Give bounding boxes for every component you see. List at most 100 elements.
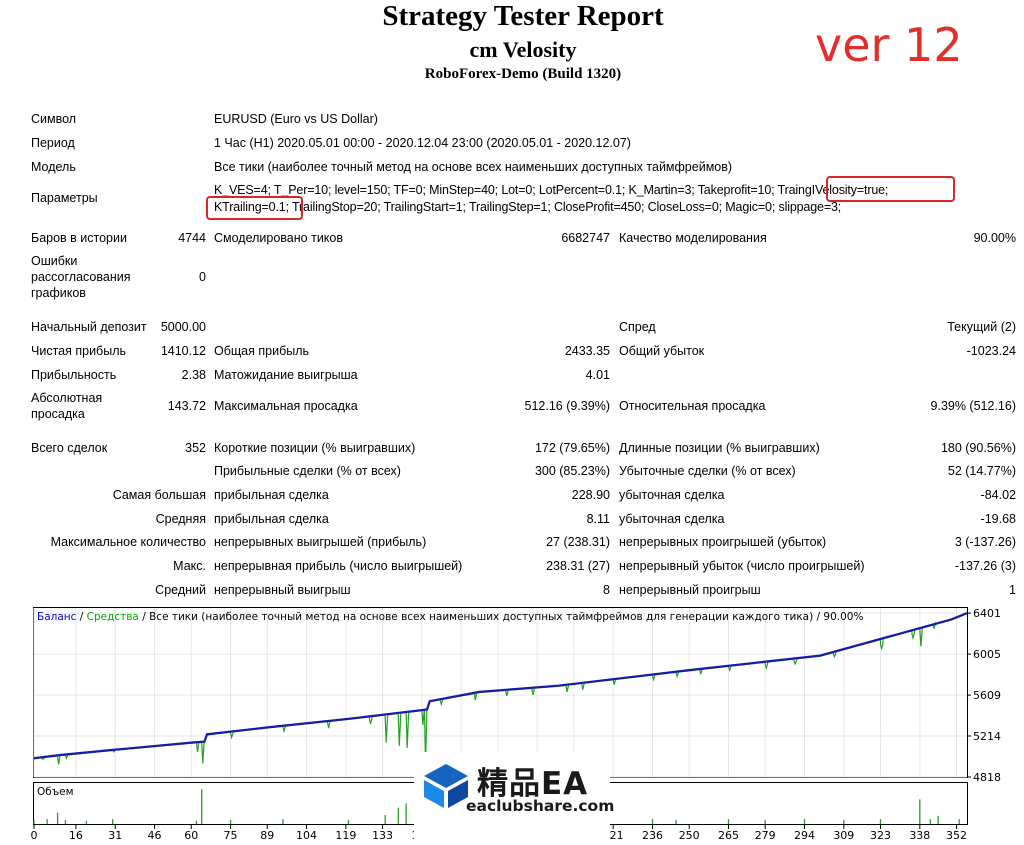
net-profit-label: Чистая прибыль bbox=[31, 344, 126, 358]
largest-label: Самая большая bbox=[112, 488, 206, 502]
gross-profit-value: 2433.35 bbox=[564, 344, 610, 358]
avg-win-value: 8 bbox=[603, 583, 610, 597]
max-loss-value: -137.26 (3) bbox=[954, 559, 1016, 573]
largest-profit-value: 228.90 bbox=[571, 488, 610, 502]
bars-value: 4744 bbox=[178, 231, 206, 245]
x-tick-label: 338 bbox=[909, 829, 930, 842]
largest-profit-label: прибыльная сделка bbox=[214, 488, 329, 502]
abs-drawdown-value: 143.72 bbox=[167, 399, 206, 413]
total-trades-value: 352 bbox=[185, 441, 206, 455]
spread-label: Спред bbox=[619, 320, 656, 334]
x-tick-label: 294 bbox=[794, 829, 815, 842]
max-loss-label: непрерывный убыток (число проигрышей) bbox=[619, 559, 865, 573]
long-positions-value: 180 (90.56%) bbox=[940, 441, 1016, 455]
avg-profit-value: 8.11 bbox=[586, 512, 610, 526]
total-trades-label: Всего сделок bbox=[31, 441, 108, 455]
profit-factor-label: Прибыльность bbox=[31, 368, 117, 382]
max-wins-value: 27 (238.31) bbox=[546, 535, 610, 549]
ticks-value: 6682747 bbox=[561, 231, 610, 245]
params-line-1: K_VES=4; T_Per=10; level=150; TF=0; MinS… bbox=[214, 183, 889, 197]
x-tick-label: 104 bbox=[296, 829, 317, 842]
x-tick-label: 0 bbox=[31, 829, 38, 842]
bars-label: Баров в истории bbox=[31, 231, 127, 245]
period-value: 1 Час (H1) 2020.05.01 00:00 - 2020.12.04… bbox=[214, 136, 631, 150]
x-tick-label: 46 bbox=[148, 829, 162, 842]
x-tick-label: 31 bbox=[108, 829, 122, 842]
symbol-value: EURUSD (Euro vs US Dollar) bbox=[214, 112, 378, 126]
largest-loss-label: убыточная сделка bbox=[619, 488, 725, 502]
max-wins-label: непрерывных выигрышей (прибыль) bbox=[214, 535, 427, 549]
avg-loss-cons-label: непрерывный проигрыш bbox=[619, 583, 761, 597]
watermark: 精品EA eaclubshare.com bbox=[414, 752, 614, 845]
x-tick-label: 250 bbox=[679, 829, 700, 842]
highlight-ktrailing bbox=[206, 196, 303, 220]
gross-profit-label: Общая прибыль bbox=[214, 344, 310, 358]
y-tick-label: 5609 bbox=[973, 689, 1001, 702]
errors-label-2: рассогласования bbox=[31, 270, 131, 284]
quality-label: Качество моделирования bbox=[619, 231, 767, 245]
avg-consecutive-label: Средний bbox=[155, 583, 206, 597]
largest-loss-value: -84.02 bbox=[980, 488, 1016, 502]
average-label: Средняя bbox=[155, 512, 206, 526]
errors-value: 0 bbox=[199, 270, 206, 284]
x-tick-label: 16 bbox=[69, 829, 83, 842]
volume-label: Объем bbox=[37, 786, 74, 798]
y-tick-label: 4818 bbox=[973, 771, 1001, 784]
symbol-label: Символ bbox=[31, 112, 77, 126]
gross-loss-label: Общий убыток bbox=[619, 344, 705, 358]
max-drawdown-label: Максимальная просадка bbox=[214, 399, 358, 413]
quality-value: 90.00% bbox=[973, 231, 1016, 245]
watermark-url: eaclubshare.com bbox=[466, 797, 615, 815]
x-tick-label: 352 bbox=[946, 829, 967, 842]
profit-factor-value: 2.38 bbox=[181, 368, 206, 382]
ticks-label: Смоделировано тиков bbox=[214, 231, 343, 245]
expected-payoff-label: Матожидание выигрыша bbox=[214, 368, 358, 382]
x-tick-label: 236 bbox=[642, 829, 663, 842]
net-profit-value: 1410.12 bbox=[160, 344, 206, 358]
avg-profit-label: прибыльная сделка bbox=[214, 512, 329, 526]
params-label: Параметры bbox=[31, 191, 98, 205]
max-label: Макс. bbox=[173, 559, 206, 573]
x-tick-label: 89 bbox=[260, 829, 274, 842]
x-tick-label: 323 bbox=[870, 829, 891, 842]
x-tick-label: 279 bbox=[755, 829, 776, 842]
long-positions-label: Длинные позиции (% выигравших) bbox=[619, 441, 820, 455]
max-profit-value: 238.31 (27) bbox=[546, 559, 610, 573]
x-tick-label: 75 bbox=[224, 829, 238, 842]
y-tick-label: 5214 bbox=[973, 730, 1001, 743]
rel-drawdown-label: Относительная просадка bbox=[619, 399, 766, 413]
y-tick-label: 6005 bbox=[973, 648, 1001, 661]
short-positions-value: 172 (79.65%) bbox=[534, 441, 610, 455]
period-label: Период bbox=[31, 136, 75, 150]
model-label: Модель bbox=[31, 160, 76, 174]
profit-trades-value: 300 (85.23%) bbox=[534, 464, 610, 478]
chart-legend: Баланс / Средства / Все тики (наиболее т… bbox=[37, 611, 863, 623]
max-drawdown-value: 512.16 (9.39%) bbox=[524, 399, 610, 413]
loss-trades-value: 52 (14.77%) bbox=[947, 464, 1016, 478]
x-tick-label: 265 bbox=[718, 829, 739, 842]
avg-win-label: непрерывный выигрыш bbox=[214, 583, 351, 597]
gross-loss-value: -1023.24 bbox=[966, 344, 1016, 358]
rel-drawdown-value: 9.39% (512.16) bbox=[930, 399, 1016, 413]
expected-payoff-value: 4.01 bbox=[585, 368, 610, 382]
model-value: Все тики (наиболее точный метод на основ… bbox=[214, 160, 733, 174]
abs-drawdown-label-1: Абсолютная bbox=[31, 391, 103, 405]
spread-value: Текущий (2) bbox=[947, 320, 1016, 334]
params-line-2: KTrailing=0.1; TrailingStop=20; Trailing… bbox=[214, 200, 842, 214]
x-tick-label: 309 bbox=[833, 829, 854, 842]
max-losses-label: непрерывных проигрышей (убыток) bbox=[619, 535, 827, 549]
max-losses-value: 3 (-137.26) bbox=[954, 535, 1016, 549]
x-tick-label: 133 bbox=[372, 829, 393, 842]
x-tick-label: 119 bbox=[335, 829, 356, 842]
highlight-traing-velosity bbox=[826, 176, 955, 202]
abs-drawdown-label-2: просадка bbox=[31, 407, 85, 421]
deposit-value: 5000.00 bbox=[160, 320, 206, 334]
loss-trades-label: Убыточные сделки (% от всех) bbox=[619, 464, 796, 478]
errors-label-1: Ошибки bbox=[31, 254, 78, 268]
short-positions-label: Короткие позиции (% выигравших) bbox=[214, 441, 416, 455]
deposit-label: Начальный депозит bbox=[31, 320, 147, 334]
max-profit-label: непрерывная прибыль (число выигрышей) bbox=[214, 559, 463, 573]
errors-label-3: графиков bbox=[31, 286, 86, 300]
profit-trades-label: Прибыльные сделки (% от всех) bbox=[214, 464, 401, 478]
avg-loss-value: -19.68 bbox=[980, 512, 1016, 526]
